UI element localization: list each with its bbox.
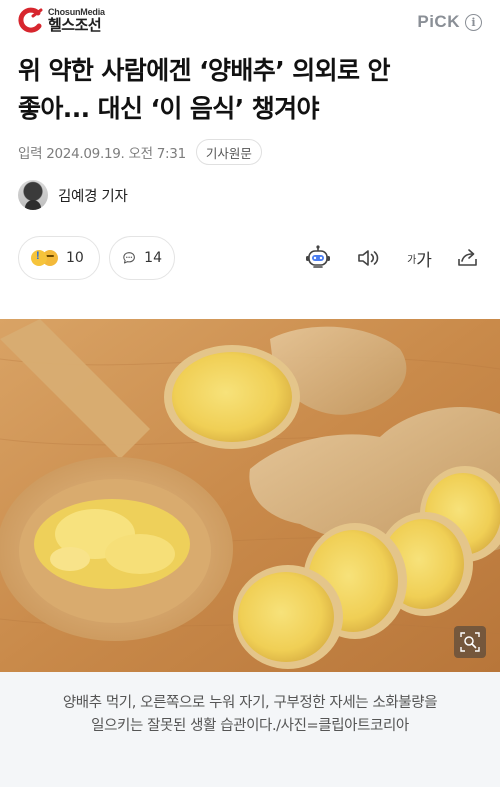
comment-button[interactable]: 14	[109, 236, 175, 280]
article-title-line-1: 위 약한 사람에겐 ‘양배추’ 의외로 안	[18, 56, 391, 85]
font-size-button[interactable]: 가가	[402, 244, 436, 272]
pick-badge[interactable]: PiCK i	[417, 12, 482, 32]
text-to-speech-button[interactable]	[354, 244, 382, 272]
article-title-line-2: 좋아... 대신 ‘이 음식’ 챙겨야	[18, 94, 320, 123]
author-byline[interactable]: 김예경 기자	[18, 180, 128, 210]
speaker-icon	[358, 250, 379, 266]
comment-count: 14	[144, 250, 162, 266]
summary-bot-button[interactable]	[303, 244, 333, 272]
publish-date: 입력 2024.09.19. 오전 7:31	[18, 146, 186, 162]
share-button[interactable]	[454, 244, 482, 272]
article-photo-ginger[interactable]	[0, 319, 500, 672]
info-icon[interactable]: i	[465, 13, 482, 31]
ginger-illustration	[0, 319, 500, 672]
original-article-button[interactable]: 기사원문	[195, 139, 262, 165]
font-size-label-small: 가	[407, 254, 416, 266]
author-avatar	[18, 180, 48, 210]
summary-bot-icon	[306, 245, 330, 268]
health-chosun-logo[interactable]: ChosunMedia 헬스조선	[18, 7, 105, 33]
font-size-label-large: 가	[416, 250, 432, 271]
photo-caption-line-2: 일으키는 잘못된 생활 습관이다./사진=클립아트코리아	[91, 718, 409, 734]
image-zoom-button[interactable]	[454, 626, 486, 658]
photo-caption: 양배추 먹기, 오른쪽으로 누워 자기, 구부정한 자세는 소화불량을 일으키는…	[0, 672, 500, 787]
article-meta: 입력 2024.09.19. 오전 7:31 기사원문	[18, 139, 262, 165]
comment-icon	[123, 252, 135, 264]
logo-text-ko: 헬스조선	[48, 15, 102, 34]
photo-caption-line-1: 양배추 먹기, 오른쪽으로 누워 자기, 구부정한 자세는 소화불량을	[62, 695, 438, 711]
logo-mark-icon	[18, 7, 43, 33]
zoom-icon	[460, 632, 480, 652]
article-title: 위 약한 사람에겐 ‘양배추’ 의외로 안 좋아... 대신 ‘이 음식’ 챙겨…	[18, 52, 482, 128]
app-header: ChosunMedia 헬스조선 PiCK i	[0, 0, 500, 46]
article-action-bar: 10 14 가가	[18, 236, 482, 280]
pick-label: PiCK	[417, 12, 460, 31]
share-icon	[458, 249, 477, 266]
reaction-button[interactable]: 10	[18, 236, 100, 280]
author-name: 김예경 기자	[58, 188, 128, 205]
reaction-count: 10	[66, 250, 84, 266]
emoji-reaction-icon	[31, 250, 47, 266]
